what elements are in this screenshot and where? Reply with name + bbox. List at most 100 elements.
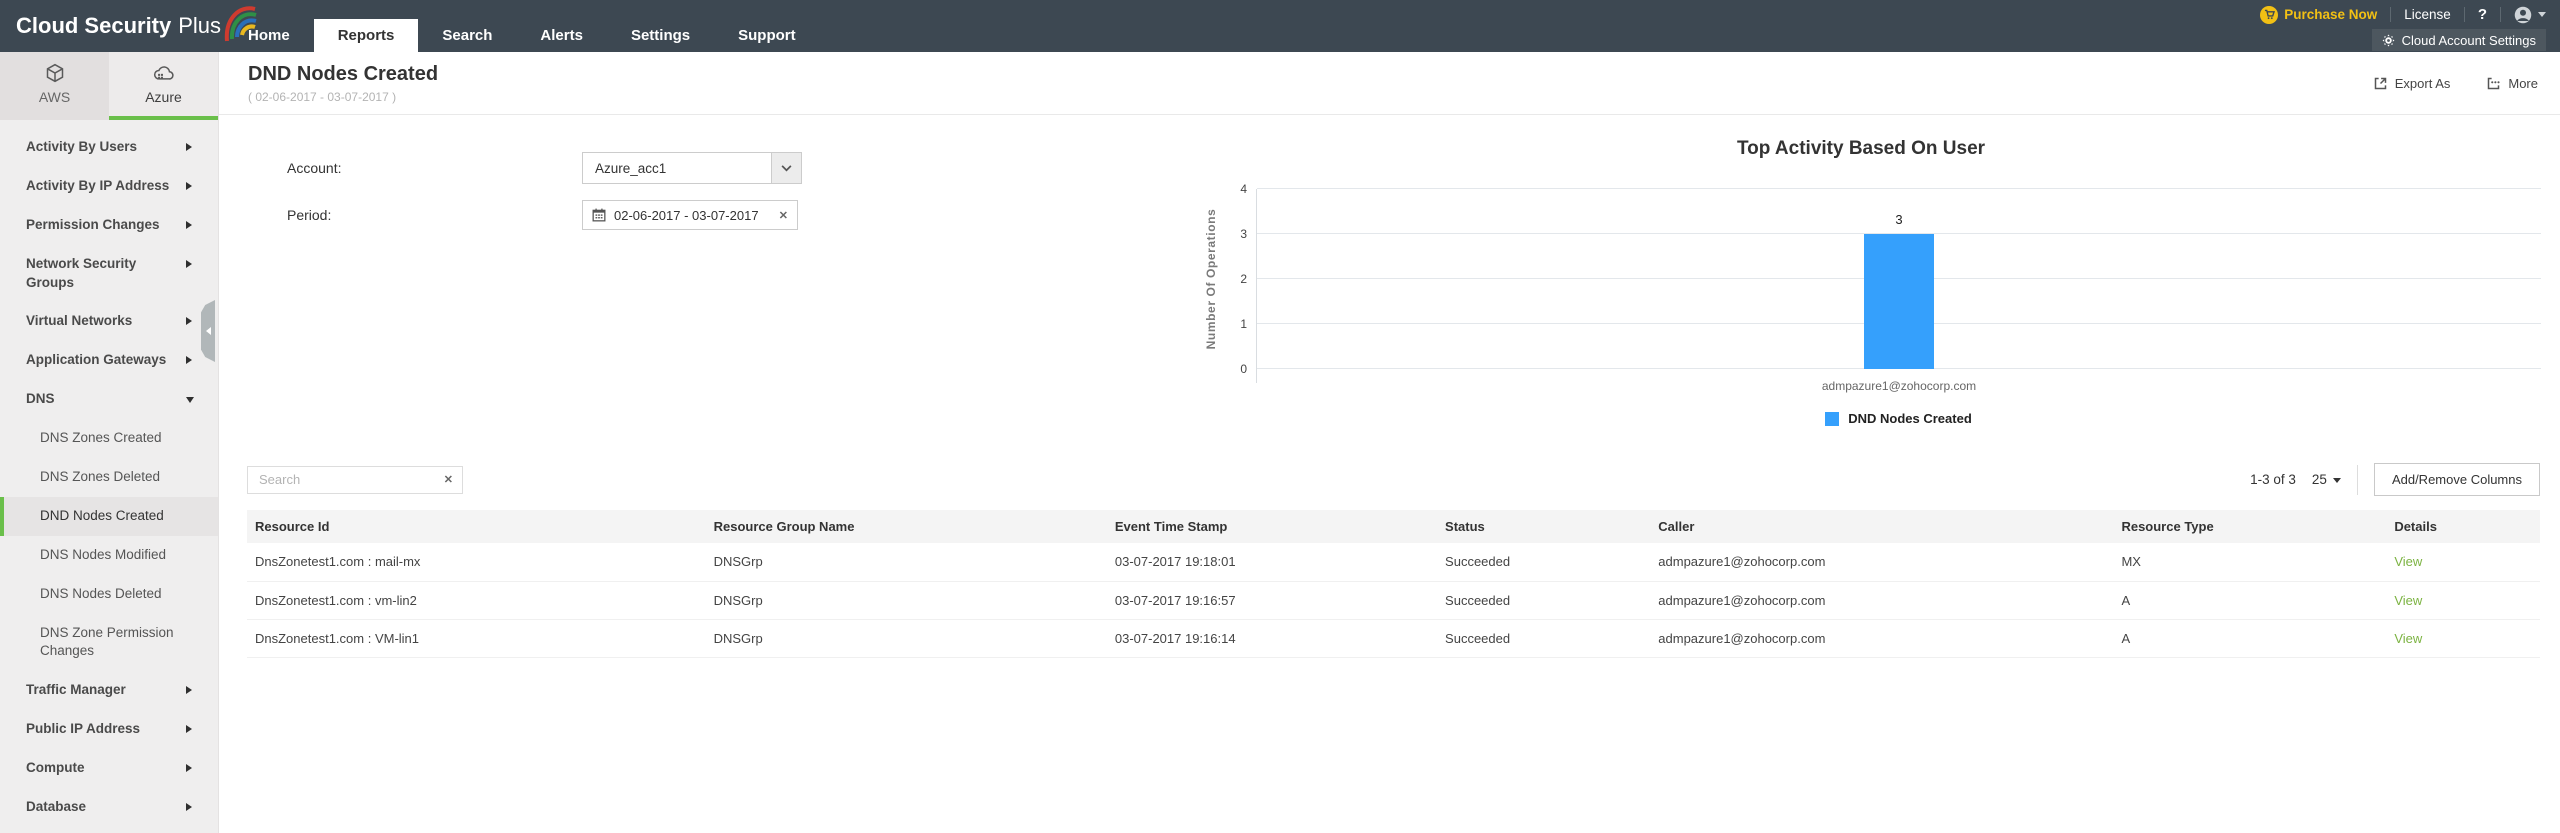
events-table: Resource Id Resource Group Name Event Ti… (247, 510, 2540, 658)
cell-event-time-stamp: 03-07-2017 19:16:14 (1106, 619, 1438, 658)
chart-bar-value: 3 (1895, 212, 1903, 227)
chevron-right-icon (186, 356, 192, 365)
sidebar-item-storage-accounts[interactable]: Storage Accounts (0, 827, 218, 833)
filters-panel: Account: Azure_acc1 Period: 02-06-2017 -… (287, 152, 887, 246)
sidebar-collapse-handle[interactable] (201, 300, 215, 362)
nav-tab-support[interactable]: Support (714, 19, 820, 52)
brand-name: Cloud Security (16, 13, 172, 38)
cell-caller: admpazure1@zohocorp.com (1650, 581, 2114, 620)
sidebar-item-permission-changes[interactable]: Permission Changes (0, 206, 218, 245)
cell-status: Succeeded (1437, 543, 1651, 582)
sidebar-tab-azure[interactable]: Azure (109, 52, 218, 120)
clear-period-icon[interactable]: ✕ (779, 209, 788, 222)
column-header-caller[interactable]: Caller (1650, 510, 2114, 543)
nav-tab-home[interactable]: Home (224, 19, 314, 52)
more-button[interactable]: More (2486, 76, 2538, 91)
top-navbar: Cloud Security Plus Home Reports Search … (0, 0, 2560, 52)
divider (2463, 7, 2465, 22)
chart-legend[interactable]: DND Nodes Created (1256, 411, 2541, 426)
chevron-down-icon (186, 397, 194, 404)
nav-tab-search[interactable]: Search (418, 19, 516, 52)
sidebar: AWS Azure Activity By Users Activity By … (0, 52, 219, 833)
export-as-button[interactable]: Export As (2373, 76, 2450, 91)
chart-plot: Number Of Operations 0 1 2 3 4 3 admpazure1@zo… (1204, 182, 2541, 393)
period-datepicker[interactable]: 02-06-2017 - 03-07-2017 ✕ (582, 200, 798, 230)
table-row: DnsZonetest1.com : VM-lin1 DNSGrp 03-07-… (247, 619, 2540, 658)
chevron-right-icon (186, 259, 192, 268)
app-logo: Cloud Security Plus (16, 0, 259, 52)
user-menu[interactable] (2514, 6, 2546, 24)
sidebar-item-dns-nodes-deleted[interactable]: DNS Nodes Deleted (0, 575, 218, 614)
cell-caller: admpazure1@zohocorp.com (1650, 543, 2114, 582)
cloud-account-settings-button[interactable]: Cloud Account Settings (2371, 29, 2546, 51)
page-size-select[interactable]: 25 (2312, 472, 2341, 487)
sidebar-item-dns[interactable]: DNS (0, 380, 218, 419)
table-header-row: Resource Id Resource Group Name Event Ti… (247, 510, 2540, 543)
page-size-value: 25 (2311, 472, 2327, 487)
search-input[interactable] (257, 471, 444, 488)
chart-y-tick: 4 (1240, 182, 1247, 196)
help-link[interactable]: ? (2478, 6, 2487, 23)
account-select[interactable]: Azure_acc1 (582, 152, 802, 184)
header-actions: Export As More (2373, 76, 2538, 91)
activity-chart: Top Activity Based On User Number Of Ope… (1181, 137, 2541, 426)
column-header-resource-group-name[interactable]: Resource Group Name (705, 510, 1107, 543)
cell-status: Succeeded (1437, 619, 1651, 658)
column-header-status[interactable]: Status (1437, 510, 1651, 543)
sidebar-item-dns-zone-permission-changes[interactable]: DNS Zone Permission Changes (0, 614, 218, 672)
chevron-right-icon (186, 803, 192, 812)
sidebar-item-activity-by-users[interactable]: Activity By Users (0, 128, 218, 167)
chart-bar[interactable]: 3 (1864, 212, 1934, 369)
sidebar-tab-aws[interactable]: AWS (0, 52, 109, 120)
sidebar-item-public-ip-address[interactable]: Public IP Address (0, 710, 218, 749)
add-remove-columns-button[interactable]: Add/Remove Columns (2373, 463, 2540, 496)
view-details-link[interactable]: View (2394, 593, 2422, 608)
sidebar-item-dns-nodes-modified[interactable]: DNS Nodes Modified (0, 536, 218, 575)
chart-y-axis-label: Number Of Operations (1204, 208, 1218, 350)
nav-tab-alerts[interactable]: Alerts (516, 19, 607, 52)
nav-tab-reports[interactable]: Reports (313, 19, 419, 52)
nav-tab-settings[interactable]: Settings (607, 19, 714, 52)
column-header-details[interactable]: Details (2386, 510, 2540, 543)
divider (2500, 7, 2501, 22)
sidebar-item-dnd-nodes-created[interactable]: DND Nodes Created (0, 496, 218, 536)
cell-caller: admpazure1@zohocorp.com (1650, 619, 2114, 658)
main-content: DND Nodes Created ( 02-06-2017 - 03-07-2… (219, 52, 2560, 833)
legend-swatch (1825, 411, 1840, 426)
clear-search-icon[interactable]: ✕ (444, 473, 453, 486)
sidebar-item-compute[interactable]: Compute (0, 749, 218, 788)
export-icon (2373, 76, 2388, 91)
chart-gridline (1257, 188, 2541, 189)
table-toolbar-right: 1-3 of 3 25 Add/Remove Columns (2250, 463, 2540, 496)
cell-resource-id: DnsZonetest1.com : mail-mx (247, 543, 706, 582)
view-details-link[interactable]: View (2394, 554, 2422, 569)
main-navigation: Home Reports Search Alerts Settings Supp… (224, 19, 820, 52)
pagination-range: 1-3 of 3 (2250, 472, 2296, 487)
cell-status: Succeeded (1437, 581, 1651, 620)
select-dropdown-button[interactable] (771, 153, 801, 183)
sidebar-item-traffic-manager[interactable]: Traffic Manager (0, 671, 218, 710)
sidebar-item-database[interactable]: Database (0, 788, 218, 827)
sidebar-item-dns-zones-created[interactable]: DNS Zones Created (0, 419, 218, 458)
sidebar-item-dns-zones-deleted[interactable]: DNS Zones Deleted (0, 458, 218, 497)
brand-suffix: Plus (178, 13, 222, 38)
events-table-section: ✕ 1-3 of 3 25 Add/Remove Columns Resourc… (219, 463, 2560, 658)
purchase-now-link[interactable]: Purchase Now (2260, 5, 2378, 24)
column-header-event-time-stamp[interactable]: Event Time Stamp (1106, 510, 1438, 543)
purchase-now-label: Purchase Now (2284, 7, 2378, 22)
sidebar-item-application-gateways[interactable]: Application Gateways (0, 341, 218, 380)
view-details-link[interactable]: View (2394, 631, 2422, 646)
chart-x-tick: admpazure1@zohocorp.com (1821, 379, 1977, 393)
sidebar-item-network-security-groups[interactable]: Network Security Groups (0, 245, 218, 303)
cloud-provider-tabs: AWS Azure (0, 52, 218, 120)
cell-resource-id: DnsZonetest1.com : VM-lin1 (247, 619, 706, 658)
license-link[interactable]: License (2404, 7, 2451, 22)
period-value: 02-06-2017 - 03-07-2017 (614, 207, 759, 223)
cell-resource-group-name: DNSGrp (705, 619, 1107, 658)
sidebar-item-activity-by-ip-address[interactable]: Activity By IP Address (0, 167, 218, 206)
column-header-resource-id[interactable]: Resource Id (247, 510, 706, 543)
page-header: DND Nodes Created ( 02-06-2017 - 03-07-2… (219, 52, 2560, 115)
column-header-resource-type[interactable]: Resource Type (2113, 510, 2387, 543)
chevron-left-icon (205, 327, 211, 335)
sidebar-item-virtual-networks[interactable]: Virtual Networks (0, 302, 218, 341)
